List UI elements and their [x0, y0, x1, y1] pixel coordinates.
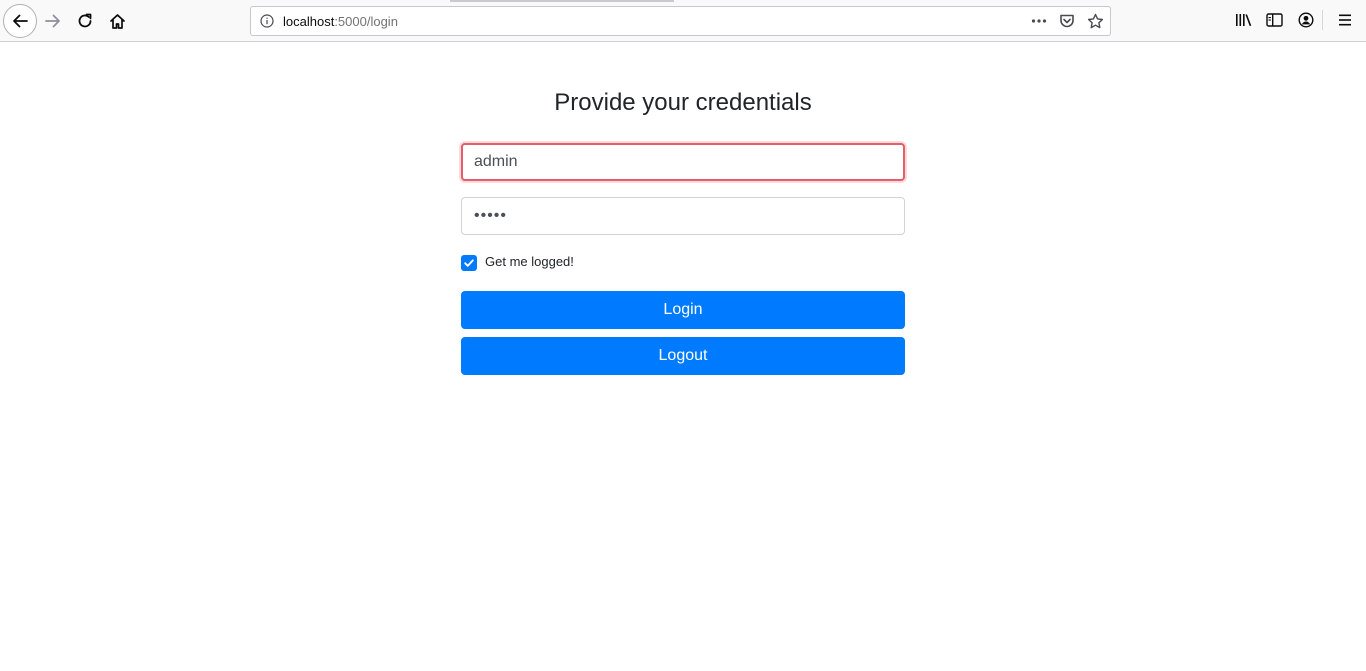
- star-icon: [1087, 13, 1103, 28]
- toolbar-right-icons: [1226, 10, 1366, 31]
- account-button[interactable]: [1297, 11, 1315, 29]
- back-button[interactable]: [3, 4, 37, 38]
- reload-icon: [78, 13, 92, 28]
- home-icon: [109, 13, 125, 29]
- toolbar-separator: [1322, 10, 1323, 30]
- username-input[interactable]: [461, 143, 905, 181]
- url-actions: [1030, 11, 1104, 31]
- library-button[interactable]: [1234, 11, 1252, 29]
- remember-me-label[interactable]: Get me logged!: [485, 254, 574, 270]
- browser-toolbar: localhost:5000/login: [0, 0, 1366, 42]
- active-tab-indicator: [450, 0, 674, 2]
- url-text[interactable]: localhost:5000/login: [283, 14, 398, 30]
- pocket-button[interactable]: [1058, 12, 1076, 30]
- forward-arrow-icon: [45, 14, 60, 28]
- logout-button[interactable]: Logout: [461, 337, 905, 375]
- open-menu-button[interactable]: [1336, 11, 1354, 29]
- login-page: Provide your credentials Get me logged! …: [0, 42, 1366, 671]
- url-host: localhost: [283, 14, 335, 29]
- hamburger-menu-icon: [1339, 14, 1351, 26]
- page-actions-button[interactable]: [1030, 12, 1048, 30]
- account-icon: [1298, 12, 1314, 28]
- page-title: Provide your credentials: [554, 89, 812, 116]
- pocket-icon: [1060, 14, 1074, 28]
- forward-button[interactable]: [40, 8, 66, 34]
- login-button[interactable]: Login: [461, 291, 905, 329]
- sidebar-icon: [1265, 13, 1283, 27]
- remember-me-row[interactable]: Get me logged!: [461, 254, 761, 274]
- bookmark-button[interactable]: [1086, 12, 1104, 30]
- reload-button[interactable]: [72, 8, 98, 34]
- home-button[interactable]: [104, 8, 130, 34]
- url-path: :5000/login: [334, 14, 398, 29]
- remember-me-checkbox[interactable]: [461, 255, 477, 271]
- url-bar[interactable]: localhost:5000/login: [250, 6, 1111, 36]
- checkmark-icon: [464, 259, 474, 267]
- info-icon[interactable]: [260, 14, 274, 28]
- more-horizontal-icon: [1031, 19, 1047, 23]
- password-input[interactable]: [461, 197, 905, 235]
- library-icon: [1235, 14, 1251, 27]
- back-arrow-icon: [13, 14, 28, 28]
- sidebar-button[interactable]: [1265, 11, 1283, 29]
